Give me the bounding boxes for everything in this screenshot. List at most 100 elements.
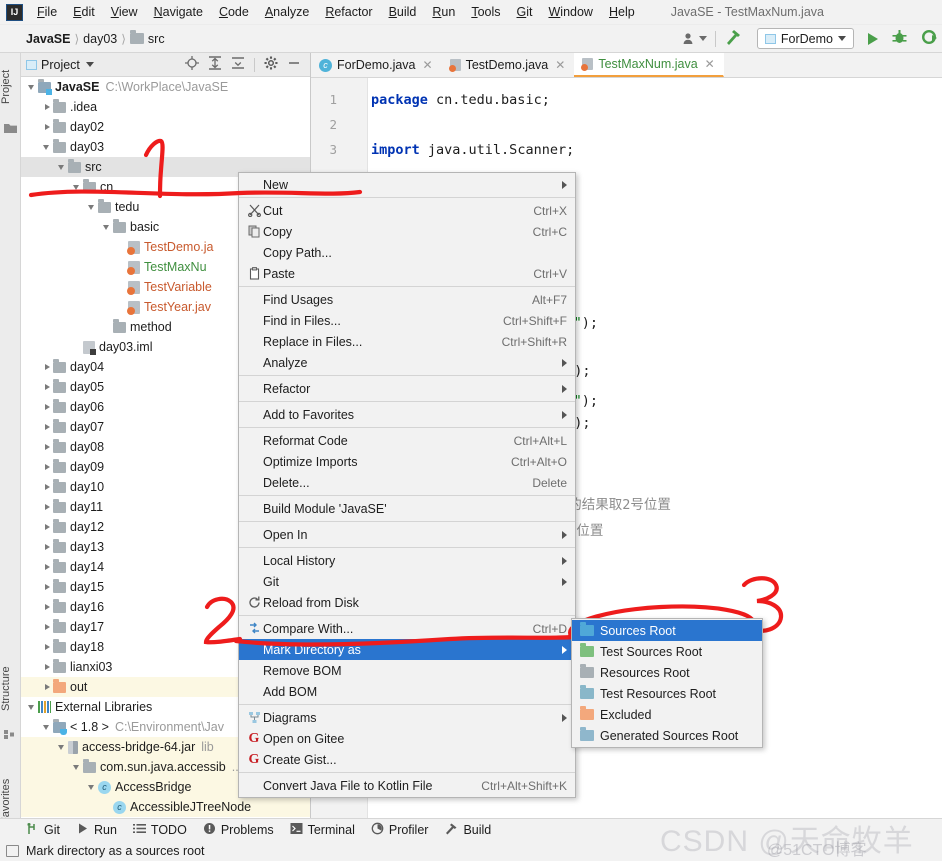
context-menu-item[interactable]: Diagrams xyxy=(239,707,575,728)
close-icon[interactable]: ✕ xyxy=(705,57,715,71)
chevron-right-icon[interactable] xyxy=(42,382,53,393)
bottom-bar-item-run[interactable]: Run xyxy=(76,822,117,838)
expand-all-icon[interactable] xyxy=(208,56,222,73)
menu-edit[interactable]: Edit xyxy=(65,2,103,22)
tool-window-button-structure[interactable]: Structure xyxy=(0,653,21,725)
chevron-right-icon[interactable] xyxy=(42,462,53,473)
tree-row[interactable]: day03 xyxy=(21,137,310,157)
menu-run[interactable]: Run xyxy=(424,2,463,22)
context-menu-item[interactable]: Find in Files... Ctrl+Shift+F xyxy=(239,310,575,331)
tree-row[interactable]: day02 xyxy=(21,117,310,137)
context-menu-item[interactable]: Git xyxy=(239,571,575,592)
chevron-right-icon[interactable] xyxy=(42,502,53,513)
chevron-right-icon[interactable] xyxy=(42,482,53,493)
menu-view[interactable]: View xyxy=(103,2,146,22)
collapse-all-icon[interactable] xyxy=(231,56,245,73)
menu-file[interactable]: File xyxy=(29,2,65,22)
submenu-item[interactable]: Excluded xyxy=(572,704,762,725)
context-menu-item[interactable]: Compare With... Ctrl+D xyxy=(239,618,575,639)
chevron-down-icon[interactable] xyxy=(27,702,38,713)
breadcrumb-item-javase[interactable]: JavaSE xyxy=(26,32,70,46)
context-menu-item[interactable]: Delete... Delete xyxy=(239,472,575,493)
chevron-right-icon[interactable] xyxy=(42,682,53,693)
context-menu-item[interactable]: Add BOM xyxy=(239,681,575,702)
chevron-down-icon[interactable] xyxy=(72,182,83,193)
chevron-right-icon[interactable] xyxy=(42,622,53,633)
menu-analyze[interactable]: Analyze xyxy=(257,2,317,22)
tree-row[interactable]: .idea xyxy=(21,97,310,117)
bottom-bar-item-git[interactable]: Git xyxy=(26,822,60,838)
context-menu-item[interactable]: Remove BOM xyxy=(239,660,575,681)
hide-icon[interactable] xyxy=(287,56,301,73)
context-menu-item[interactable]: Copy Ctrl+C xyxy=(239,221,575,242)
chevron-down-icon[interactable] xyxy=(87,202,98,213)
chevron-right-icon[interactable] xyxy=(42,122,53,133)
context-menu-item[interactable]: Open In xyxy=(239,524,575,545)
submenu-item[interactable]: Generated Sources Root xyxy=(572,725,762,746)
chevron-down-icon[interactable] xyxy=(87,782,98,793)
bottom-bar-item-terminal[interactable]: Terminal xyxy=(290,822,355,838)
editor-tab[interactable]: c ForDemo.java ✕ xyxy=(311,53,442,77)
tree-row[interactable]: JavaSE C:\WorkPlace\JavaSE xyxy=(21,77,310,97)
context-menu-item[interactable]: Optimize Imports Ctrl+Alt+O xyxy=(239,451,575,472)
run-configuration-selector[interactable]: ForDemo xyxy=(756,28,854,49)
context-menu[interactable]: New Cut Ctrl+X Copy Ctrl+C Copy Path... Paste C… xyxy=(238,172,576,798)
submenu-item[interactable]: Sources Root xyxy=(572,620,762,641)
chevron-right-icon[interactable] xyxy=(42,602,53,613)
bottom-bar-item-build[interactable]: Build xyxy=(444,822,491,838)
menu-refactor[interactable]: Refactor xyxy=(317,2,380,22)
chevron-down-icon[interactable] xyxy=(85,62,94,67)
chevron-down-icon[interactable] xyxy=(57,162,68,173)
chevron-right-icon[interactable] xyxy=(42,662,53,673)
bottom-bar-item-profiler[interactable]: Profiler xyxy=(371,822,428,838)
chevron-right-icon[interactable] xyxy=(42,402,53,413)
bottom-bar-item-todo[interactable]: TODO xyxy=(132,822,187,838)
editor-tab[interactable]: TestMaxNum.java ✕ xyxy=(574,53,724,77)
context-menu-item[interactable]: Build Module 'JavaSE' xyxy=(239,498,575,519)
menu-window[interactable]: Window xyxy=(540,2,600,22)
context-menu-item[interactable]: Analyze xyxy=(239,352,575,373)
mark-directory-as-submenu[interactable]: Sources Root Test Sources Root Resources R… xyxy=(571,618,763,748)
chevron-right-icon[interactable] xyxy=(42,522,53,533)
chevron-down-icon[interactable] xyxy=(57,742,68,753)
breadcrumb-item-src[interactable]: src xyxy=(148,32,165,46)
close-icon[interactable]: ✕ xyxy=(423,58,433,72)
chevron-down-icon[interactable] xyxy=(102,222,113,233)
tree-row[interactable]: c AccessibleJTreeNode xyxy=(21,797,310,817)
context-menu-item[interactable]: Paste Ctrl+V xyxy=(239,263,575,284)
gear-icon[interactable] xyxy=(264,56,278,73)
run-icon[interactable] xyxy=(868,32,878,45)
submenu-item[interactable]: Test Resources Root xyxy=(572,683,762,704)
submenu-item[interactable]: Test Sources Root xyxy=(572,641,762,662)
menu-navigate[interactable]: Navigate xyxy=(146,2,211,22)
context-menu-item[interactable]: Reload from Disk xyxy=(239,592,575,613)
submenu-item[interactable]: Resources Root xyxy=(572,662,762,683)
locate-icon[interactable] xyxy=(185,56,199,73)
chevron-right-icon[interactable] xyxy=(42,562,53,573)
chevron-right-icon[interactable] xyxy=(42,442,53,453)
chevron-down-icon[interactable] xyxy=(42,722,53,733)
context-menu-item[interactable]: Local History xyxy=(239,550,575,571)
chevron-down-icon[interactable] xyxy=(42,142,53,153)
chevron-right-icon[interactable] xyxy=(42,642,53,653)
breadcrumb-item-day03[interactable]: day03 xyxy=(83,32,117,46)
build-hammer-icon[interactable] xyxy=(724,28,743,49)
tool-window-button-project[interactable]: Project xyxy=(0,57,21,117)
menu-git[interactable]: Git xyxy=(509,2,541,22)
context-menu-item[interactable]: Copy Path... xyxy=(239,242,575,263)
close-icon[interactable]: ✕ xyxy=(555,58,565,72)
menu-help[interactable]: Help xyxy=(601,2,643,22)
chevron-right-icon[interactable] xyxy=(42,102,53,113)
chevron-right-icon[interactable] xyxy=(42,422,53,433)
run-with-coverage-icon[interactable] xyxy=(921,29,938,48)
menu-tools[interactable]: Tools xyxy=(463,2,508,22)
context-menu-item[interactable]: Cut Ctrl+X xyxy=(239,200,575,221)
editor-tab[interactable]: TestDemo.java ✕ xyxy=(442,53,575,77)
context-menu-item[interactable]: G Create Gist... xyxy=(239,749,575,770)
bottom-bar-item-problems[interactable]: Problems xyxy=(203,822,274,838)
chevron-down-icon[interactable] xyxy=(72,762,83,773)
context-menu-item[interactable]: Reformat Code Ctrl+Alt+L xyxy=(239,430,575,451)
context-menu-item[interactable]: Find Usages Alt+F7 xyxy=(239,289,575,310)
chevron-right-icon[interactable] xyxy=(42,582,53,593)
menu-build[interactable]: Build xyxy=(381,2,425,22)
